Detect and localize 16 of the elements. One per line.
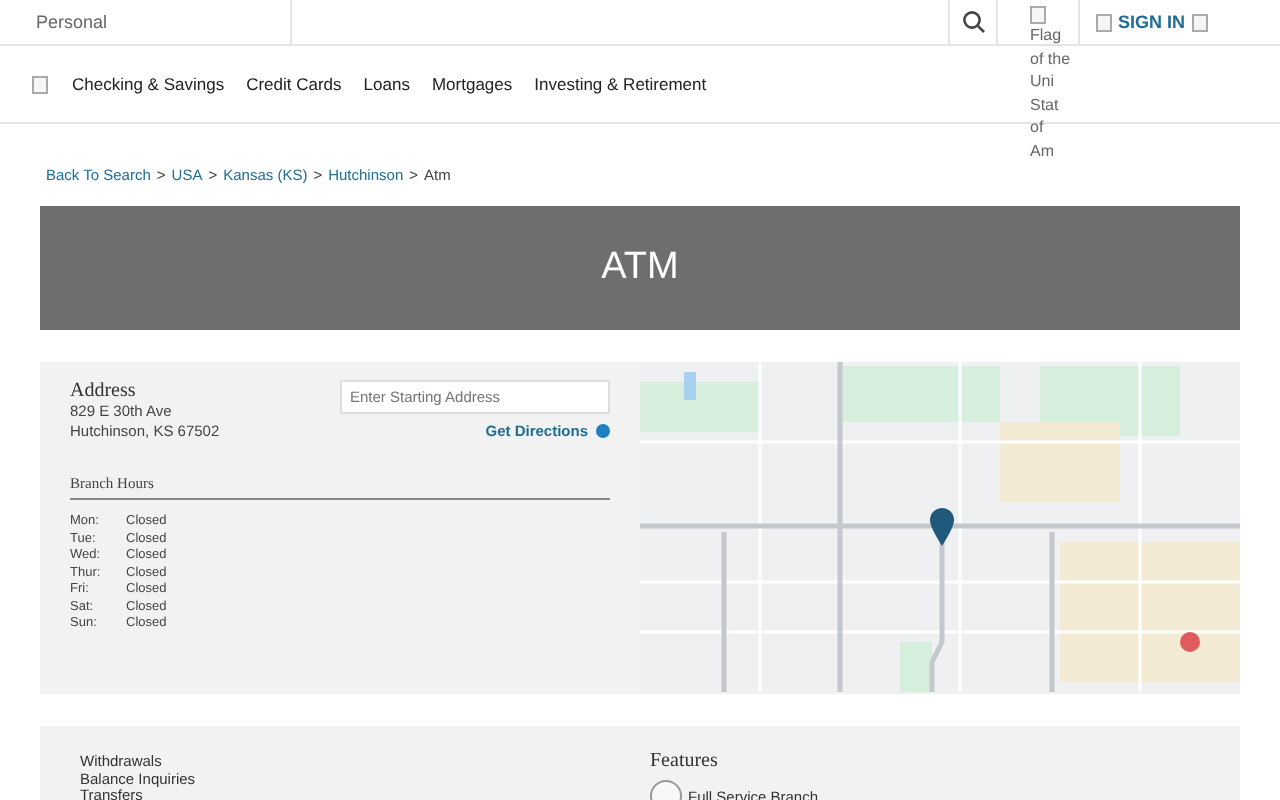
broken-image-icon bbox=[1096, 13, 1112, 31]
nav-link[interactable]: Investing & Retirement bbox=[534, 74, 707, 94]
features-heading: Features bbox=[650, 750, 720, 772]
address-heading: Address bbox=[70, 380, 138, 402]
nav-link[interactable]: Mortgages bbox=[431, 74, 513, 94]
broken-image-icon bbox=[1191, 13, 1208, 31]
nav-link[interactable]: Credit Cards bbox=[246, 74, 342, 94]
page-title: ATM bbox=[601, 246, 679, 290]
segment-selector[interactable]: Personal bbox=[0, 0, 292, 44]
search-icon bbox=[961, 10, 985, 34]
nav-link[interactable]: Loans bbox=[363, 74, 410, 94]
flag-image-alt-text: Flag of the Uni Stat of Am bbox=[1030, 24, 1070, 162]
sign-in-link[interactable]: SIGN IN bbox=[1118, 12, 1186, 32]
nav-link[interactable]: Checking & Savings bbox=[72, 74, 225, 94]
broken-image-icon bbox=[1030, 6, 1046, 24]
broken-image-icon bbox=[32, 75, 48, 93]
